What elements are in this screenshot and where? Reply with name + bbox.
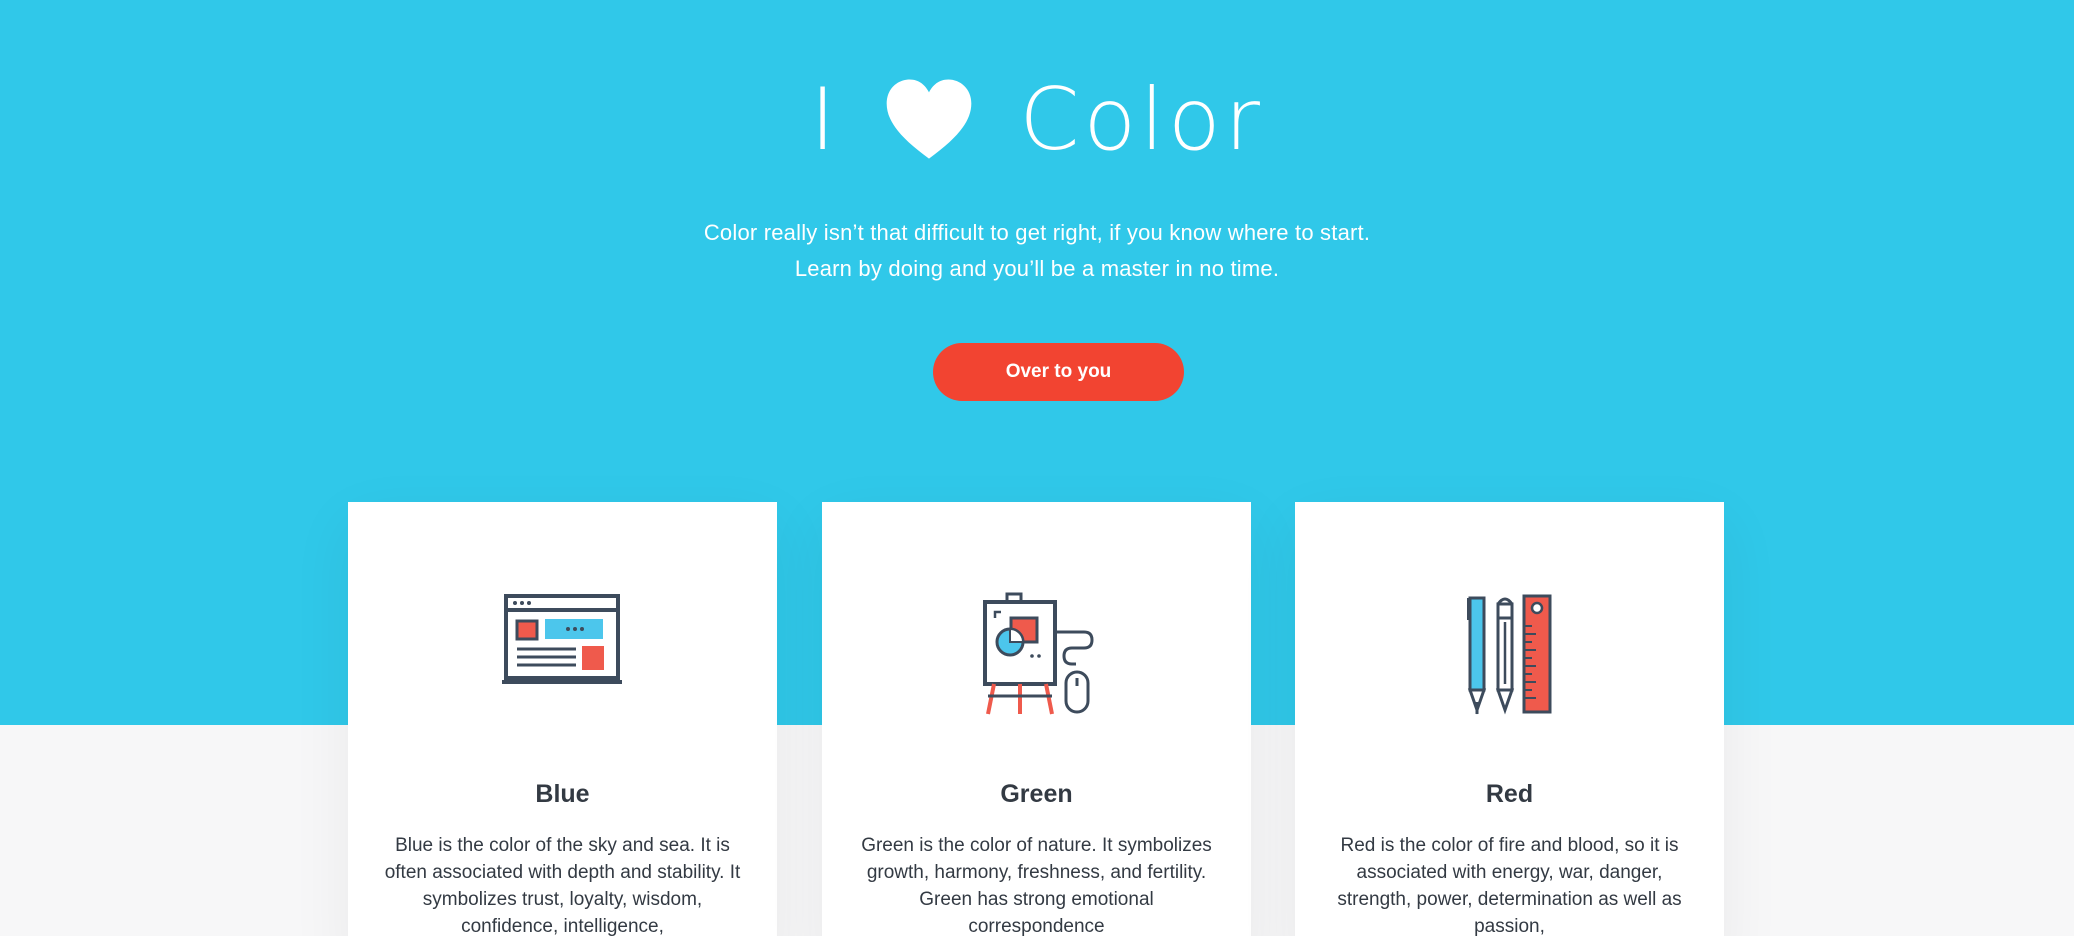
title-word-color: Color <box>1019 70 1264 170</box>
card-red: Red Red is the color of fire and blood, … <box>1295 502 1724 936</box>
card-title: Blue <box>535 780 590 808</box>
card-green: Green Green is the color of nature. It s… <box>822 502 1251 936</box>
card-text: Red is the color of fire and blood, so i… <box>1337 835 1682 936</box>
over-to-you-button[interactable]: Over to you <box>933 343 1184 401</box>
card-title: Green <box>1000 780 1073 808</box>
subtitle-line-1: Color really isn’t that difficult to get… <box>703 220 1371 245</box>
card-text: Blue is the color of the sky and sea. It… <box>384 835 741 936</box>
card-blue: Blue Blue is the color of the sky and se… <box>348 502 777 936</box>
browser-window-icon <box>348 592 777 722</box>
page-title: I Color <box>0 60 2074 180</box>
page: I Color Color really isn’t that difficul… <box>0 0 2074 936</box>
card-text: Green is the color of nature. It symboli… <box>861 835 1212 936</box>
hero-subtitle: Color really isn’t that difficult to get… <box>0 215 2074 287</box>
pens-ruler-icon <box>1295 592 1724 722</box>
easel-canvas-icon <box>822 592 1251 722</box>
card-title: Red <box>1485 780 1534 808</box>
title-word-i: I <box>810 70 840 170</box>
heart-icon <box>883 74 975 166</box>
subtitle-line-2: Learn by doing and you’ll be a master in… <box>794 256 1280 281</box>
